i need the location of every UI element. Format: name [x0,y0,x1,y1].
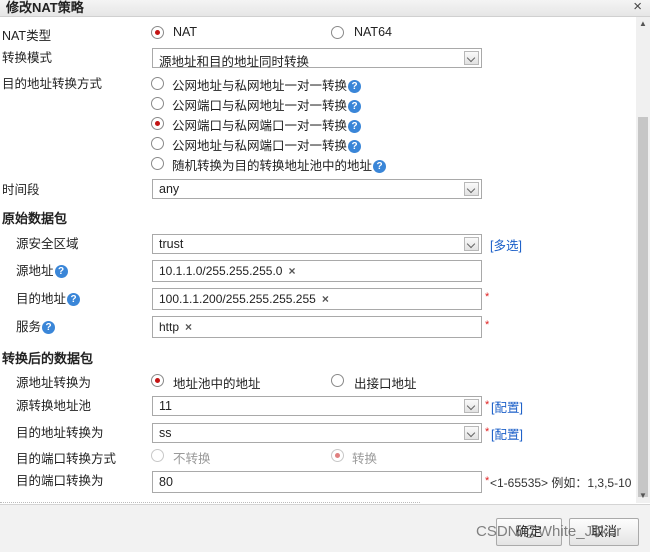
dest-method-option-4: 公网地址与私网端口一对一转换? [172,135,362,154]
nat-type-label: NAT类型 [2,29,52,43]
service-label: 服务? [16,316,56,335]
port-method-label: 目的端口转换方式 [16,452,117,466]
chevron-down-icon[interactable] [464,426,479,440]
dest-method-label: 目的地址转换方式 [2,77,103,91]
dst-trans-label: 目的地址转换为 [16,426,104,440]
dest-method-option-2: 公网端口与私网地址一对一转换? [172,95,362,114]
src-addr-label: 源地址? [16,260,68,279]
remove-icon[interactable]: × [185,320,192,334]
service-tag: http × [159,320,193,334]
dialog-content: NAT类型 NAT NAT64 转换模式 源地址和目的地址同时转换 目的地址转换… [0,17,636,503]
dialog-titlebar: 修改NAT策略 × [0,0,650,17]
port-method-option-convert: 转换 [352,452,378,466]
multi-select-link[interactable]: [多选] [490,235,522,254]
scrollbar-thumb[interactable] [638,117,648,497]
dest-method-radio-2[interactable] [151,97,164,110]
src-zone-value: trust [159,237,184,251]
src-pool-value: 11 [159,399,172,413]
src-trans-option-iface: 出接口地址 [354,377,417,391]
port-method-radio-none[interactable] [151,449,164,462]
service-field[interactable]: http × [152,316,482,338]
translated-packet-heading: 转换后的数据包 [2,351,94,366]
dst-addr-tag: 100.1.1.200/255.255.255.255 × [159,292,329,306]
nat-type-radio-nat64[interactable] [331,26,344,39]
dst-trans-select[interactable]: ss [152,423,482,443]
required-marker: * [485,475,490,487]
dest-method-option-5: 随机转换为目的转换地址池中的地址? [172,155,387,174]
port-method-radio-convert[interactable] [331,449,344,462]
help-icon[interactable]: ? [373,160,387,174]
time-label: 时间段 [2,183,40,197]
dst-addr-label: 目的地址? [16,288,81,307]
required-marker: * [485,426,490,438]
dst-trans-value: ss [159,426,172,440]
clipped-row [0,502,420,503]
remove-icon[interactable]: × [288,264,295,278]
dest-method-radio-3[interactable] [151,117,164,130]
help-icon[interactable]: ? [54,265,68,279]
port-method-option-none: 不转换 [173,452,211,466]
help-icon[interactable]: ? [348,100,362,114]
dialog-title: 修改NAT策略 [6,0,84,15]
chevron-down-icon[interactable] [464,182,479,196]
src-trans-radio-iface[interactable] [331,374,344,387]
chevron-down-icon[interactable] [464,51,479,65]
dst-addr-field[interactable]: 100.1.1.200/255.255.255.255 × [152,288,482,310]
dest-method-option-1: 公网地址与私网地址一对一转换? [172,75,362,94]
dst-port-input[interactable]: 80 [152,471,482,493]
configure-link[interactable]: [配置] [491,424,523,443]
nat-type-option-nat64: NAT64 [354,25,392,39]
src-trans-radio-pool[interactable] [151,374,164,387]
dst-port-label: 目的端口转换为 [16,474,104,488]
scroll-up-icon[interactable]: ▲ [636,17,650,31]
src-trans-label: 源地址转换为 [16,376,92,390]
dest-method-option-3: 公网端口与私网端口一对一转换? [172,115,362,134]
dialog-footer: 确定 取消 CSDN @White_Joker [0,504,650,552]
time-select[interactable]: any [152,179,482,199]
dest-method-radio-5[interactable] [151,157,164,170]
src-pool-label: 源转换地址池 [16,399,92,413]
src-addr-field[interactable]: 10.1.1.0/255.255.255.0 × [152,260,482,282]
help-icon[interactable]: ? [348,80,362,94]
vertical-scrollbar[interactable]: ▲ ▼ [636,17,650,503]
nat-type-option-nat: NAT [173,25,198,39]
src-zone-select[interactable]: trust [152,234,482,254]
chevron-down-icon[interactable] [464,399,479,413]
required-marker: * [485,399,490,411]
help-icon[interactable]: ? [42,321,56,335]
required-marker: * [485,291,490,303]
watermark-text: CSDN @White_Joker [476,523,622,540]
src-zone-label: 源安全区域 [16,237,79,251]
configure-link[interactable]: [配置] [491,397,523,416]
time-value: any [159,182,180,196]
src-pool-select[interactable]: 11 [152,396,482,416]
mode-label: 转换模式 [2,51,53,65]
dest-method-radio-1[interactable] [151,77,164,90]
help-icon[interactable]: ? [67,293,81,307]
scroll-down-icon[interactable]: ▼ [636,489,650,503]
close-icon[interactable]: × [633,0,642,15]
original-packet-heading: 原始数据包 [2,211,68,226]
src-addr-tag: 10.1.1.0/255.255.255.0 × [159,264,296,278]
chevron-down-icon[interactable] [464,237,479,251]
mode-value: 源地址和目的地址同时转换 [159,55,310,69]
dst-port-hint: <1-65535> 例如：1,3,5-10 [490,476,632,490]
remove-icon[interactable]: × [322,292,329,306]
mode-select[interactable]: 源地址和目的地址同时转换 [152,48,482,69]
dest-method-radio-4[interactable] [151,137,164,150]
src-trans-option-pool: 地址池中的地址 [173,377,261,391]
required-marker: * [485,319,490,331]
nat-type-radio-nat[interactable] [151,26,164,39]
help-icon[interactable]: ? [348,120,362,134]
help-icon[interactable]: ? [348,140,362,154]
